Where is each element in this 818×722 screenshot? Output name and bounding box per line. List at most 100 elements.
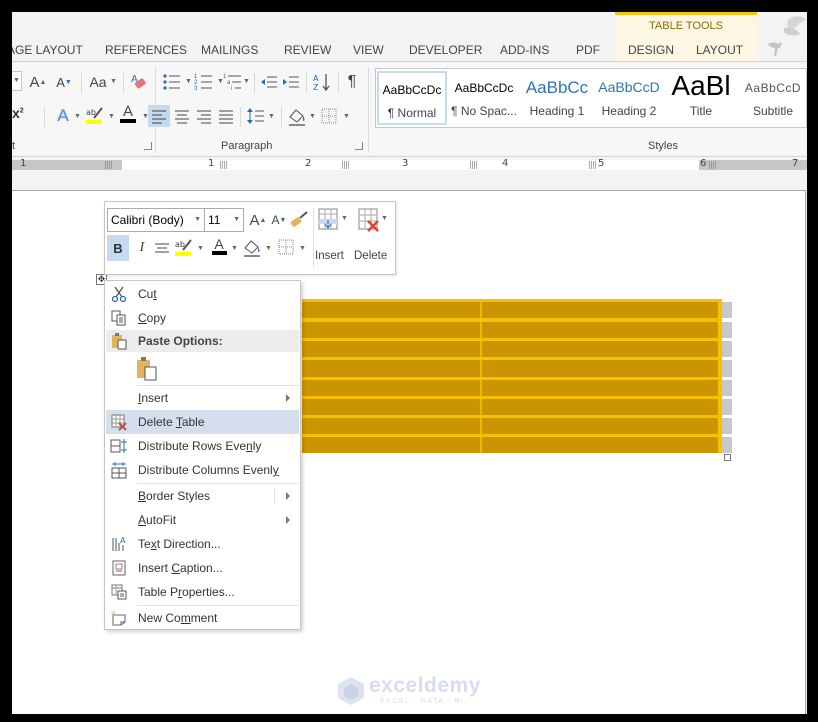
table-column-divider[interactable] <box>480 302 482 453</box>
column-marker[interactable] <box>105 161 112 169</box>
column-marker[interactable] <box>342 161 349 169</box>
tab-pdf[interactable]: PDF <box>576 43 600 57</box>
align-center-icon[interactable] <box>171 105 193 127</box>
grow-font-icon[interactable]: A ▲ <box>27 71 49 93</box>
highlight-color-icon[interactable]: ab <box>173 236 195 258</box>
bold-button[interactable]: B <box>107 235 129 261</box>
shrink-font-icon[interactable]: A ▼ <box>268 209 290 231</box>
shrink-font-icon[interactable]: A ▼ <box>53 71 75 93</box>
grow-font-icon[interactable]: A ▲ <box>247 209 269 231</box>
column-marker[interactable] <box>470 161 477 169</box>
font-name-dropdown-arrow[interactable]: ▼ <box>194 209 201 231</box>
center-align-icon[interactable] <box>151 237 173 259</box>
multilevel-dropdown-arrow[interactable]: ▼ <box>243 78 250 85</box>
menu-item-table-properties[interactable]: Table Properties... <box>106 580 299 604</box>
line-spacing-dropdown-arrow[interactable]: ▼ <box>268 113 275 120</box>
table-row[interactable] <box>302 341 718 358</box>
tab-mailings[interactable]: MAILINGS <box>201 43 258 57</box>
text-effects-dropdown-arrow[interactable]: ▼ <box>74 113 81 120</box>
font-color-icon[interactable]: A <box>117 102 139 124</box>
table-row[interactable] <box>302 379 718 396</box>
justify-icon[interactable] <box>215 105 237 127</box>
shading-icon[interactable] <box>241 236 263 258</box>
tab-developer[interactable]: DEVELOPER <box>409 43 482 57</box>
style-normal[interactable]: AaBbCcDc ¶ Normal <box>377 71 447 125</box>
insert-button-label[interactable]: Insert <box>315 250 344 262</box>
table-row[interactable] <box>302 360 718 377</box>
paragraph-dialog-launcher[interactable] <box>355 142 363 150</box>
numbering-icon[interactable]: 123 <box>193 71 215 93</box>
menu-item-autofit[interactable]: AutoFit <box>106 508 299 532</box>
menu-item-insert[interactable]: Insert <box>106 386 299 410</box>
borders-icon[interactable] <box>318 105 340 127</box>
bullets-dropdown-arrow[interactable]: ▼ <box>185 78 192 85</box>
highlight-color-icon[interactable]: ab <box>84 104 106 126</box>
italic-button[interactable]: I <box>131 237 153 259</box>
sort-icon[interactable]: AZ <box>311 71 333 93</box>
table-row[interactable] <box>302 417 718 434</box>
tab-page-layout[interactable]: AGE LAYOUT <box>12 43 83 57</box>
menu-item-distribute-columns[interactable]: Distribute Columns Evenly <box>106 458 299 482</box>
table-row[interactable] <box>302 398 718 415</box>
bullets-icon[interactable] <box>161 71 183 93</box>
insert-dropdown-arrow[interactable]: ▼ <box>341 215 348 222</box>
tab-add-ins[interactable]: ADD-INS <box>500 43 549 57</box>
format-painter-icon[interactable] <box>289 208 311 230</box>
shading-dropdown-arrow[interactable]: ▼ <box>265 245 272 252</box>
change-case-dropdown-arrow[interactable]: ▼ <box>110 78 117 85</box>
borders-dropdown-arrow[interactable]: ▼ <box>299 245 306 252</box>
style-heading-1[interactable]: AaBbCc Heading 1 <box>522 71 592 125</box>
font-dialog-launcher[interactable] <box>144 142 152 150</box>
font-name-input[interactable]: Calibri (Body) ▼ <box>107 208 205 232</box>
style-title[interactable]: AaBl Title <box>666 70 736 125</box>
align-left-button[interactable] <box>148 105 170 127</box>
table[interactable] <box>302 299 732 461</box>
menu-item-text-direction[interactable]: A Text Direction... <box>106 532 299 556</box>
align-right-icon[interactable] <box>193 105 215 127</box>
horizontal-ruler[interactable]: 1 1 2 3 4 5 6 7 <box>12 156 807 172</box>
paste-keep-formatting-icon[interactable] <box>135 356 159 382</box>
table-row[interactable] <box>302 302 718 319</box>
column-marker[interactable] <box>709 161 716 169</box>
highlight-dropdown-arrow[interactable]: ▼ <box>108 113 115 120</box>
table-row[interactable] <box>302 436 718 453</box>
text-effects-icon[interactable]: A <box>52 105 74 127</box>
tab-layout[interactable]: LAYOUT <box>696 43 743 57</box>
shading-icon[interactable] <box>286 105 308 127</box>
tab-view[interactable]: VIEW <box>353 43 384 57</box>
column-marker[interactable] <box>220 161 227 169</box>
menu-item-cut[interactable]: Cut <box>106 282 299 306</box>
delete-table-icon[interactable] <box>357 207 381 233</box>
style-heading-2[interactable]: AaBbCcD Heading 2 <box>594 71 664 125</box>
highlight-dropdown-arrow[interactable]: ▼ <box>197 245 204 252</box>
line-spacing-icon[interactable] <box>245 105 267 127</box>
increase-indent-icon[interactable] <box>280 71 302 93</box>
menu-item-insert-caption[interactable]: Insert Caption... <box>106 556 299 580</box>
style-no-spacing[interactable]: AaBbCcDc ¶ No Spac... <box>449 71 519 125</box>
insert-table-rows-icon[interactable] <box>317 207 341 233</box>
menu-item-delete-table[interactable]: Delete Table <box>106 410 299 434</box>
table-resize-handle[interactable] <box>724 454 731 461</box>
decrease-indent-icon[interactable] <box>258 71 280 93</box>
menu-item-border-styles[interactable]: Border Styles <box>106 484 299 508</box>
superscript-icon[interactable]: x2 <box>12 105 24 121</box>
menu-item-distribute-rows[interactable]: Distribute Rows Evenly <box>106 434 299 458</box>
borders-dropdown-arrow[interactable]: ▼ <box>343 113 350 120</box>
shading-dropdown-arrow[interactable]: ▼ <box>309 113 316 120</box>
delete-button-label[interactable]: Delete <box>354 250 387 262</box>
tab-references[interactable]: REFERENCES <box>105 43 187 57</box>
font-color-icon[interactable]: A <box>208 235 230 257</box>
tab-review[interactable]: REVIEW <box>284 43 331 57</box>
multilevel-list-icon[interactable]: 1ai <box>222 71 244 93</box>
table-row[interactable] <box>302 322 718 339</box>
show-formatting-marks-icon[interactable]: ¶ <box>341 71 363 93</box>
delete-dropdown-arrow[interactable]: ▼ <box>381 215 388 222</box>
style-subtitle[interactable]: AaBbCcD Subtitle <box>738 71 807 125</box>
change-case-icon[interactable]: Aa <box>86 71 110 93</box>
menu-item-new-comment[interactable]: ✳ New Comment <box>106 606 299 630</box>
font-size-dropdown-arrow[interactable]: ▼ <box>233 209 240 231</box>
menu-item-copy[interactable]: Copy <box>106 306 299 330</box>
clear-formatting-icon[interactable]: A <box>128 71 150 93</box>
font-size-dropdown-arrow[interactable]: ▼ <box>13 77 20 84</box>
borders-icon[interactable] <box>275 236 297 258</box>
